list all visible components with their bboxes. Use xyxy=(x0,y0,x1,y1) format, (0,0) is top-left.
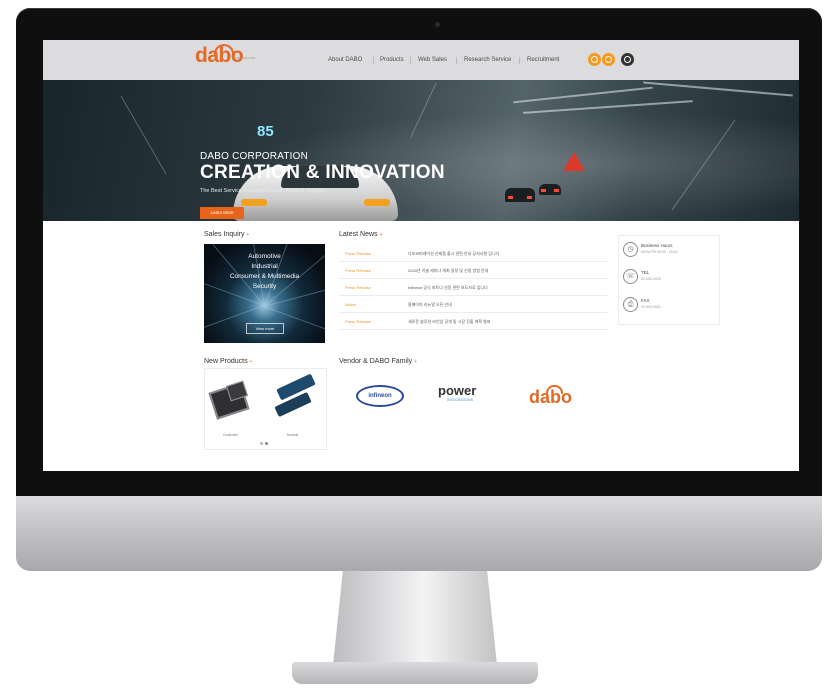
clock-icon: ◷ xyxy=(623,242,638,257)
carousel-dot[interactable] xyxy=(265,442,268,445)
search-icon xyxy=(624,56,631,63)
monitor-stand xyxy=(333,571,497,665)
product-caption: Module xyxy=(287,433,299,437)
taillight xyxy=(554,189,559,192)
news-title: 새로운 솔루션 라인업 공개 및 시장 진출 계획 발표 xyxy=(408,319,491,324)
sales-category: Automotive xyxy=(248,253,281,260)
speed-readout: 85 xyxy=(257,123,274,140)
logo-tagline: CORPORATION xyxy=(233,56,256,60)
contact-label: Business Hours xyxy=(641,243,673,248)
new-products-carousel[interactable]: Controller Module xyxy=(204,368,327,450)
news-row[interactable]: Notice 홈페이지 리뉴얼 오픈 안내 xyxy=(339,297,607,313)
sales-view-more-button[interactable]: View more xyxy=(246,323,284,334)
monitor-chin xyxy=(16,496,822,571)
nav-about[interactable]: About DABO xyxy=(328,57,362,63)
camera xyxy=(435,22,440,27)
logo-arc-icon xyxy=(546,385,563,394)
sales-category: Consumer & Multimedia xyxy=(229,273,300,280)
hud-line xyxy=(120,95,167,175)
hero-title: CREATION & INNOVATION xyxy=(200,162,445,183)
menu-icon xyxy=(605,56,612,63)
sales-category: Security xyxy=(252,283,277,290)
news-tag: Press Release xyxy=(345,251,372,256)
tunnel-light xyxy=(523,100,693,114)
news-tag: Press Release xyxy=(345,268,372,273)
fax-icon: ⎙ xyxy=(623,297,638,312)
news-tag: Press Release xyxy=(345,285,372,290)
plus-icon[interactable]: + xyxy=(414,359,417,365)
contact-label: TEL xyxy=(641,270,650,275)
news-title: Infineon 공식 파트너 선정 관련 보도자료 입니다 xyxy=(408,285,488,290)
hero-banner: 85 DABO CORPORATION CREATION & INNOVATIO… xyxy=(43,80,799,221)
distant-car xyxy=(505,188,535,202)
sales-inquiry-title: Sales Inquiry xyxy=(204,231,245,238)
taillight-left xyxy=(241,199,267,206)
contact-value: MON-FRI 09:00 - 18:00 xyxy=(641,250,678,254)
phone-icon: ☏ xyxy=(623,269,638,284)
taillight xyxy=(527,196,532,199)
hero-learn-more-button[interactable]: Learn More xyxy=(200,207,244,219)
latest-news-heading: Latest News + xyxy=(339,231,382,238)
nav-divider xyxy=(456,57,457,64)
taillight xyxy=(541,189,546,192)
monitor-base xyxy=(292,662,538,684)
product-caption: Controller xyxy=(223,433,239,437)
hud-line xyxy=(410,82,437,138)
warning-triangle-icon xyxy=(563,152,585,171)
news-row[interactable]: Press Release 2020년 기술 세미나 개최 일정 및 신청 방법… xyxy=(339,263,607,279)
sitemap-button[interactable] xyxy=(602,53,615,66)
taillight-right xyxy=(364,199,390,206)
tunnel-light xyxy=(513,86,653,104)
plus-icon[interactable]: + xyxy=(379,232,382,238)
new-products-title: New Products xyxy=(204,358,248,365)
vendor-power-subtext: INTEGRATIONS xyxy=(447,398,473,402)
vendor-power-logo[interactable]: power xyxy=(438,383,476,398)
news-row[interactable]: Press Release Infineon 공식 파트너 선정 관련 보도자료… xyxy=(339,280,607,296)
tunnel-light xyxy=(643,81,793,97)
news-tag: Notice xyxy=(345,302,357,307)
plus-icon[interactable]: + xyxy=(246,232,249,238)
news-tag: Press Release xyxy=(345,319,372,324)
sales-inquiry-panel[interactable]: Automotive Industrial Consumer & Multime… xyxy=(204,244,325,343)
news-row[interactable]: Press Release 다보코퍼레이션 신제품 출시 관련 안내 공지사항 … xyxy=(339,246,607,262)
news-row[interactable]: Press Release 새로운 솔루션 라인업 공개 및 시장 진출 계획 … xyxy=(339,314,607,330)
top-navigation: dabo CORPORATION About DABO Products Web… xyxy=(43,40,799,81)
website-screen: dabo CORPORATION About DABO Products Web… xyxy=(43,40,799,471)
globe-icon xyxy=(591,56,598,63)
light-ray xyxy=(204,277,265,306)
nav-divider xyxy=(373,57,374,64)
nav-research-service[interactable]: Research Service xyxy=(464,57,511,63)
nav-web-sales[interactable]: Web Sales xyxy=(418,57,447,63)
news-title: 다보코퍼레이션 신제품 출시 관련 안내 공지사항 입니다 xyxy=(408,251,500,256)
language-button[interactable] xyxy=(588,53,601,66)
latest-news-title: Latest News xyxy=(339,231,378,238)
hero-eyebrow: DABO CORPORATION xyxy=(200,151,309,162)
contact-value: 02-000-0001 xyxy=(641,305,661,309)
nav-divider xyxy=(410,57,411,64)
vendor-heading: Vendor & DABO Family + xyxy=(339,358,417,365)
hud-line xyxy=(671,119,736,211)
vendor-infineon-logo[interactable]: infineon xyxy=(356,385,404,407)
news-title: 홈페이지 리뉴얼 오픈 안내 xyxy=(408,302,452,307)
contact-value: 02-000-0000 xyxy=(641,277,661,281)
sales-category: Industrial xyxy=(251,263,278,270)
sales-inquiry-heading: Sales Inquiry + xyxy=(204,231,249,238)
contact-label: FAX xyxy=(641,298,650,303)
news-title: 2020년 기술 세미나 개최 일정 및 신청 방법 안내 xyxy=(408,268,489,273)
vendor-title: Vendor & DABO Family xyxy=(339,358,413,365)
contact-info-panel: ◷ Business Hours MON-FRI 09:00 - 18:00 ☏… xyxy=(618,235,720,325)
nav-recruitment[interactable]: Recruitment xyxy=(527,57,559,63)
hero-subtitle: The Best Service and High Quality Produc… xyxy=(200,188,327,194)
distant-car xyxy=(539,184,561,195)
taillight xyxy=(508,196,513,199)
nav-divider xyxy=(519,57,520,64)
nav-products[interactable]: Products xyxy=(380,57,404,63)
search-button[interactable] xyxy=(621,53,634,66)
new-products-heading: New Products + xyxy=(204,358,252,365)
plus-icon[interactable]: + xyxy=(250,359,253,365)
carousel-dot[interactable] xyxy=(260,442,263,445)
